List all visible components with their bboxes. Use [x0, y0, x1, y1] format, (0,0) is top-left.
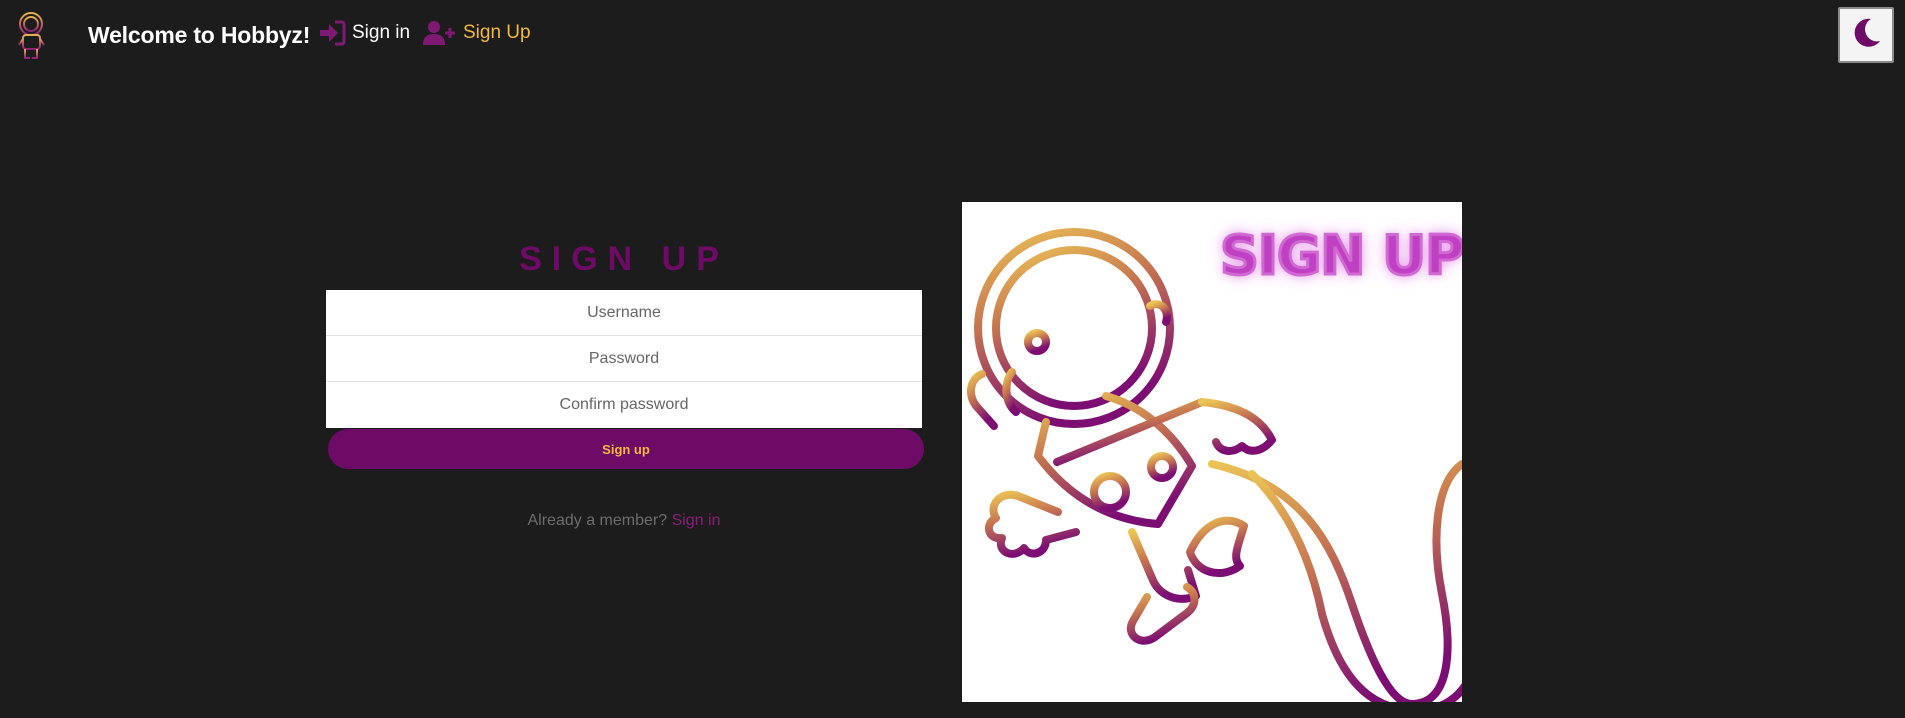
nav-sign-up-link[interactable]: Sign Up — [423, 20, 531, 46]
brand-title: Welcome to Hobbyz! — [88, 22, 311, 48]
nav-sign-in-label: Sign in — [352, 22, 411, 43]
nav-sign-in-link[interactable]: Sign in — [318, 20, 410, 46]
signup-form — [326, 290, 922, 428]
member-prompt-text: Already a member? — [527, 512, 668, 529]
nav-sign-up-label: Sign Up — [463, 22, 531, 43]
sign-up-button[interactable]: Sign up — [328, 429, 924, 469]
password-input[interactable] — [326, 336, 922, 382]
form-title: SIGN UP — [519, 240, 729, 278]
astronaut-logo-icon[interactable] — [14, 10, 50, 62]
member-prompt: Already a member? Sign in — [326, 512, 922, 530]
confirm-password-input[interactable] — [326, 382, 922, 428]
sign-in-link[interactable]: Sign in — [672, 512, 721, 529]
user-plus-icon — [423, 20, 457, 46]
theme-toggle-button[interactable] — [1838, 7, 1894, 63]
signup-illustration: SIGN UP — [962, 202, 1462, 702]
illustration-headline: SIGN UP — [1219, 223, 1462, 289]
navbar: Welcome to Hobbyz! Sign in Sign Up — [0, 0, 1905, 70]
sign-in-icon — [318, 20, 346, 46]
username-input[interactable] — [326, 290, 922, 336]
moon-icon — [1849, 16, 1883, 55]
